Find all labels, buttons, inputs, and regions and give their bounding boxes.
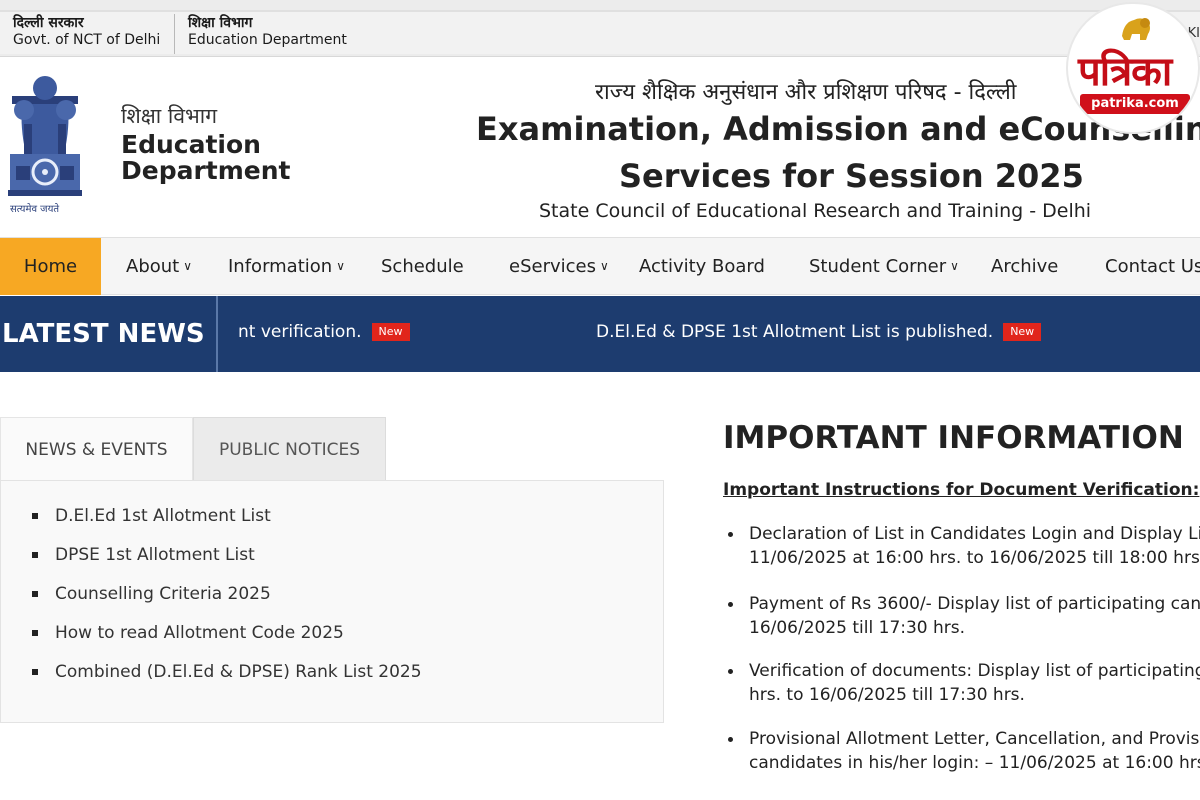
scert-hindi-title: राज्य शैक्षिक अनुसंधान और प्रशिक्षण परिष… (595, 80, 1017, 105)
news-events-panel: D.El.Ed 1st Allotment List DPSE 1st Allo… (0, 480, 664, 723)
nav-student-corner-label: Student Corner (809, 256, 947, 277)
patrika-logo: पत्रिका patrika.com (1066, 2, 1200, 134)
latest-news-bar: LATEST NEWS nt verification. New D.El.Ed … (0, 296, 1200, 372)
govt-english: Govt. of NCT of Delhi (13, 32, 161, 48)
govt-hindi: दिल्ली सरकार (13, 15, 84, 31)
important-info-subtitle[interactable]: Important Instructions for Document Veri… (723, 480, 1199, 500)
bullet-icon (728, 737, 733, 742)
nav-activity-board-label: Activity Board (639, 256, 765, 277)
latest-news-label: LATEST NEWS (0, 296, 218, 372)
nav-contact-us[interactable]: Contact Us (1105, 238, 1200, 295)
site-header: सत्यमेव जयते शिक्षा विभाग Education Depa… (0, 58, 1200, 236)
page-subtitle: State Council of Educational Research an… (539, 200, 1092, 222)
nav-contact-us-label: Contact Us (1105, 256, 1200, 277)
nav-archive-label: Archive (991, 256, 1059, 277)
important-info-title: IMPORTANT INFORMATION (723, 420, 1184, 456)
main-nav: Home About ∨ Information ∨ Schedule eServi… (0, 237, 1200, 295)
chevron-down-icon: ∨ (183, 259, 193, 273)
nav-home[interactable]: Home (0, 238, 101, 295)
bullet-icon (728, 532, 733, 537)
nav-eservices[interactable]: eServices ∨ (509, 238, 609, 295)
dept-english-top: Education Department (188, 32, 347, 48)
nav-student-corner[interactable]: Student Corner ∨ (809, 238, 959, 295)
page-title-line1: Examination, Admission and eCounselling (476, 110, 1200, 148)
info-line: hrs. to 16/06/2025 till 17:30 hrs. (749, 685, 1025, 705)
news-ticker-text: D.El.Ed & DPSE 1st Allotment List is pub… (596, 322, 994, 342)
chevron-down-icon: ∨ (336, 259, 345, 273)
info-line: 16/06/2025 till 17:30 hrs. (749, 618, 966, 638)
nav-activity-board[interactable]: Activity Board (639, 238, 765, 295)
news-tabs: NEWS & EVENTS PUBLIC NOTICES (0, 417, 664, 481)
dept-hindi-top: शिक्षा विभाग (188, 15, 253, 31)
nav-archive[interactable]: Archive (991, 238, 1058, 295)
info-line: 11/06/2025 at 16:00 hrs. to 16/06/2025 t… (749, 548, 1200, 568)
dept-link[interactable]: शिक्षा विभाग Education Department (188, 15, 347, 49)
info-line: Provisional Allotment Letter, Cancellati… (749, 729, 1200, 749)
dept-english: Education Department (121, 132, 321, 184)
nav-about-label: About (126, 256, 180, 277)
govt-link[interactable]: दिल्ली सरकार Govt. of NCT of Delhi (13, 15, 160, 49)
info-line: Verification of documents: Display list … (749, 661, 1200, 681)
new-badge: New (371, 323, 410, 341)
top-bar-right-text: KI (1187, 26, 1200, 41)
lion-icon (1122, 18, 1150, 40)
dept-english-line2: Department (121, 156, 291, 185)
news-ticker-item[interactable]: D.El.Ed & DPSE 1st Allotment List is pub… (596, 322, 1042, 342)
national-emblem-icon[interactable]: सत्यमेव जयते (2, 74, 88, 224)
nav-eservices-label: eServices (509, 256, 596, 277)
chevron-down-icon: ∨ (599, 259, 609, 273)
info-line: Declaration of List in Candidates Login … (749, 524, 1200, 544)
list-item[interactable]: How to read Allotment Code 2025 (31, 620, 422, 659)
news-ticker-text: nt verification. (238, 322, 362, 342)
dept-english-line1: Education (121, 130, 261, 159)
dept-hindi: शिक्षा विभाग (121, 104, 218, 128)
new-badge: New (1003, 323, 1042, 341)
chevron-down-icon: ∨ (950, 259, 959, 273)
gov-top-bar-inner: दिल्ली सरकार Govt. of NCT of Delhi शिक्ष… (0, 10, 1200, 54)
list-item[interactable]: D.El.Ed 1st Allotment List (31, 503, 422, 542)
gov-top-bar: दिल्ली सरकार Govt. of NCT of Delhi शिक्ष… (0, 0, 1200, 57)
patrika-website: patrika.com (1080, 94, 1190, 114)
patrika-name: पत्रिका (1078, 48, 1172, 95)
info-line: candidates in his/her login: – 11/06/202… (749, 753, 1200, 773)
list-item[interactable]: Combined (D.El.Ed & DPSE) Rank List 2025 (31, 659, 422, 698)
tab-public-notices[interactable]: PUBLIC NOTICES (193, 417, 386, 481)
tab-news-events[interactable]: NEWS & EVENTS (0, 417, 193, 481)
bullet-icon (728, 602, 733, 607)
top-bar-divider (174, 14, 175, 54)
nav-information-label: Information (228, 256, 333, 277)
nav-about[interactable]: About ∨ (126, 238, 192, 295)
info-line: Payment of Rs 3600/- Display list of par… (749, 594, 1200, 614)
emblem-motto: सत्यमेव जयते (10, 204, 60, 215)
page-title-line2: Services for Session 2025 (619, 157, 1084, 195)
list-item[interactable]: DPSE 1st Allotment List (31, 542, 422, 581)
nav-schedule-label: Schedule (381, 256, 464, 277)
list-item[interactable]: Counselling Criteria 2025 (31, 581, 422, 620)
bullet-icon (728, 669, 733, 674)
news-ticker-item[interactable]: nt verification. New (238, 322, 410, 342)
nav-information[interactable]: Information ∨ (228, 238, 345, 295)
news-events-list: D.El.Ed 1st Allotment List DPSE 1st Allo… (31, 503, 422, 698)
nav-home-label: Home (23, 256, 78, 277)
nav-schedule[interactable]: Schedule (381, 238, 464, 295)
